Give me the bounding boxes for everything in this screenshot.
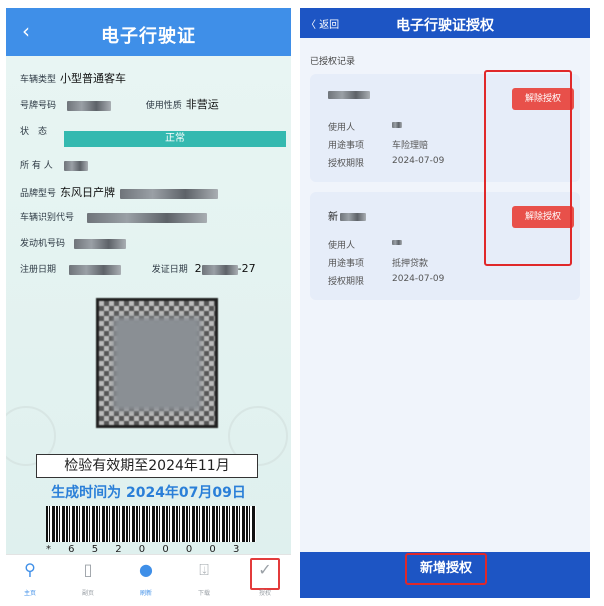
vehicle-type-label: 车辆类型 [20, 75, 57, 85]
engine-row: 发动机号码 [20, 236, 126, 249]
license-card: 车辆类型 小型普通客车 号牌号码 使用性质 非营运 状 态 正常 所 有 人 品牌型… [6, 56, 291, 555]
nav-item-label: 授权 [258, 590, 271, 597]
issue-redacted [201, 264, 238, 275]
owner-row: 所 有 人 [20, 158, 88, 171]
register-redacted [68, 264, 121, 275]
period-row: 授权期限 2024-07-09 [328, 274, 444, 287]
brand-value: 东风日产牌 [60, 186, 116, 199]
plate-redacted [66, 100, 111, 111]
plate-row: 号牌号码 使用性质 非营运 [20, 96, 219, 112]
register-label: 注册日期 [20, 265, 57, 275]
vehicle-type-value: 小型普通客车 [60, 72, 127, 85]
period-value: 2024-07-09 [392, 156, 445, 166]
brand-row: 品牌型号 东风日产牌 [20, 184, 218, 200]
highlight-box [484, 70, 572, 266]
generated-time: 生成时间为 2024年07月09日 [51, 485, 246, 501]
purpose-row: 用途事项 抵押贷款 [328, 256, 428, 269]
section-label: 已授权记录 [310, 57, 356, 67]
purpose-value: 车险理赔 [392, 141, 429, 151]
page-title: 电子行驶证授权 [396, 18, 494, 34]
nav-item-label: 下载 [197, 590, 210, 597]
user-redacted [392, 122, 402, 128]
refresh-icon: ● [139, 560, 153, 579]
owner-label: 所 有 人 [20, 161, 53, 171]
engine-label: 发动机号码 [20, 239, 66, 249]
purpose-value: 抵押贷款 [392, 259, 429, 269]
user-row: 使用人 [328, 238, 402, 251]
nav-item-download[interactable]: ⍗ 下载 [184, 560, 224, 598]
qr-code [96, 298, 218, 428]
license-header: ‹ 电子行驶证 [6, 8, 291, 56]
issue-value-start: 2 [194, 262, 202, 275]
record-name-redacted [328, 91, 370, 99]
period-label: 授权期限 [328, 277, 365, 287]
period-value: 2024-07-09 [392, 274, 445, 284]
vin-redacted [86, 212, 207, 223]
add-authorization-button[interactable]: 新增授权 [405, 553, 487, 585]
qr-redacted [113, 317, 201, 411]
download-icon: ⍗ [199, 560, 209, 579]
authorization-screen: 〈 返回 电子行驶证授权 已授权记录 使用人 用途事项 车险理赔 授权期限 2024… [300, 8, 590, 598]
nav-item-home[interactable]: ⚲ 主页 [10, 560, 50, 598]
brand-label: 品牌型号 [20, 189, 57, 199]
nav-item-label: 刷新 [139, 590, 152, 597]
nav-item-refresh[interactable]: ● 刷新 [126, 560, 166, 598]
use-nature-value: 非营运 [185, 98, 219, 111]
user-redacted [392, 240, 402, 245]
purpose-label: 用途事项 [328, 141, 365, 151]
nav-item-label: 副页 [81, 590, 94, 597]
owner-redacted [63, 160, 88, 171]
engine-redacted [73, 238, 126, 249]
use-nature-label: 使用性质 [145, 101, 182, 111]
barcode [46, 506, 256, 542]
issue-label: 发证日期 [151, 265, 188, 275]
issue-value-end: -27 [237, 262, 256, 275]
period-row: 授权期限 2024-07-09 [328, 156, 444, 169]
authorize-check-icon: ✓ [258, 560, 272, 579]
record-name: 新 [328, 208, 366, 223]
page-title: 电子行驶证 [101, 26, 196, 47]
dates-row: 注册日期 发证日期 2 -27 [20, 262, 256, 275]
record-name-redacted [340, 213, 366, 221]
brand-redacted [119, 188, 218, 199]
user-label: 使用人 [328, 241, 356, 251]
purpose-label: 用途事项 [328, 259, 365, 269]
user-row: 使用人 [328, 120, 402, 133]
period-label: 授权期限 [328, 159, 365, 169]
vin-label: 车辆识别代号 [20, 213, 75, 223]
record-name [328, 90, 370, 101]
license-screen: ‹ 电子行驶证 车辆类型 小型普通客车 号牌号码 使用性质 非营运 状 态 正常 所… [6, 8, 291, 598]
bottom-nav: ⚲ 主页 ▯ 副页 ● 刷新 ⍗ 下载 ✓ 授权 [6, 554, 291, 598]
record-name-initial: 新 [328, 212, 338, 223]
nav-item-authorize[interactable]: ✓ 授权 [250, 558, 280, 597]
authorization-header: 〈 返回 电子行驶证授权 [300, 8, 590, 38]
inspection-validity: 检验有效期至2024年11月 [36, 454, 258, 478]
vehicle-type-row: 车辆类型 小型普通客车 [20, 70, 126, 86]
person-icon: ⚲ [24, 560, 36, 579]
nav-item-secondary-page[interactable]: ▯ 副页 [68, 560, 108, 598]
status-label: 状 态 [20, 127, 48, 137]
purpose-row: 用途事项 车险理赔 [328, 138, 428, 151]
user-label: 使用人 [328, 123, 356, 133]
plate-label: 号牌号码 [20, 101, 57, 111]
nav-item-label: 主页 [23, 590, 36, 597]
document-icon: ▯ [83, 560, 93, 579]
vin-row: 车辆识别代号 [20, 210, 207, 223]
status-badge: 正常 [64, 131, 286, 147]
